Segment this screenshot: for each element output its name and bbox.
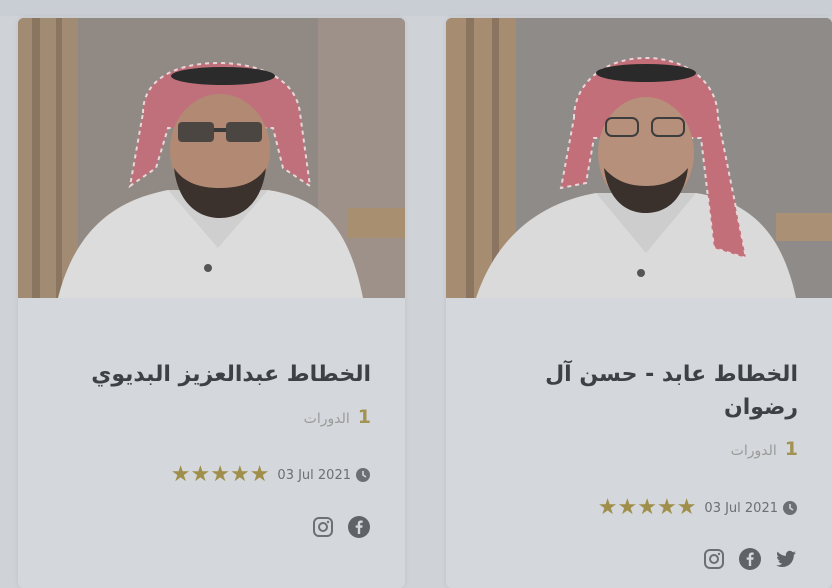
- star-rating: ★★★★★: [170, 462, 270, 487]
- portrait-illustration: [18, 18, 405, 298]
- calligrapher-card[interactable]: الخطاط عابد - حسن آل رضوان 1 الدورات 03 J…: [446, 18, 832, 588]
- calligrapher-photo[interactable]: [18, 18, 405, 298]
- meta-row: 03 Jul 2021 ★★★★★: [171, 464, 371, 486]
- instagram-icon[interactable]: [702, 547, 726, 571]
- star-rating: ★★★★★: [597, 495, 697, 520]
- card-info: الخطاط عبدالعزيز البديوي 1 الدورات 03 Jul…: [18, 298, 405, 588]
- courses-number: 1: [784, 438, 798, 460]
- calligrapher-name[interactable]: الخطاط عابد - حسن آل رضوان: [545, 358, 798, 424]
- date-text: 03 Jul 2021: [704, 500, 778, 516]
- courses-label: الدورات: [303, 411, 350, 427]
- clock-icon: [783, 501, 797, 515]
- courses-count: 1 الدورات: [304, 406, 371, 428]
- date-display: 03 Jul 2021: [704, 500, 798, 516]
- date-text: 03 Jul 2021: [277, 467, 351, 483]
- meta-row: 03 Jul 2021 ★★★★★: [598, 497, 798, 519]
- courses-label: الدورات: [730, 443, 777, 459]
- social-links: [702, 547, 798, 571]
- calligrapher-name[interactable]: الخطاط عبدالعزيز البديوي: [91, 358, 371, 391]
- clock-icon: [356, 468, 370, 482]
- calligrapher-photo[interactable]: [446, 18, 832, 298]
- facebook-icon[interactable]: [347, 515, 371, 539]
- calligrapher-card[interactable]: الخطاط عبدالعزيز البديوي 1 الدورات 03 Jul…: [18, 18, 405, 588]
- top-strip: [0, 0, 832, 16]
- courses-count: 1 الدورات: [731, 438, 798, 460]
- social-links: [311, 515, 371, 539]
- instagram-icon[interactable]: [311, 515, 335, 539]
- facebook-icon[interactable]: [738, 547, 762, 571]
- date-display: 03 Jul 2021: [277, 467, 371, 483]
- card-info: الخطاط عابد - حسن آل رضوان 1 الدورات 03 J…: [446, 298, 832, 588]
- twitter-icon[interactable]: [774, 547, 798, 571]
- courses-number: 1: [357, 406, 371, 428]
- portrait-illustration: [446, 18, 832, 298]
